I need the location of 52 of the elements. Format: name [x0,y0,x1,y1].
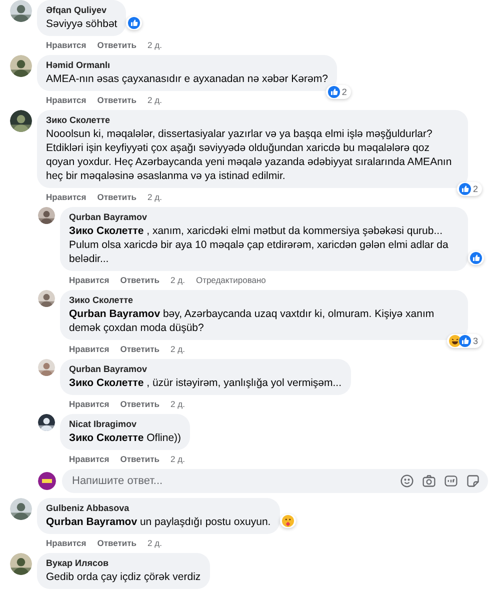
comment-text: Зико Сколетте , xanım, xaricdəki elmi mətbut da kommersiya şəbəkəsi qurub... Pulum olsa xaricdə bir aya 10 məqalə çap etdirərəm, xaricdən gələn elmi adlar da belədir... [69,224,450,266]
author-name[interactable]: Зико Сколетте [69,294,459,307]
author-name[interactable]: Gulbeniz Abbasova [46,502,271,515]
like-link[interactable]: Нравится [69,399,110,409]
author-name[interactable]: Qurban Bayramov [69,363,342,376]
camera-icon[interactable] [422,474,436,488]
comment-text: Qurban Bayramov bəy, Azərbaycanda uzaq vaxtdır ki, olmuram. Kişiyə xanım demək çoxdan moda düşüb? [69,307,436,335]
like-link[interactable]: Нравится [46,192,86,202]
timestamp[interactable]: 2 д. [148,95,162,105]
author-name[interactable]: Зико Сколетте [46,114,459,127]
reply-link[interactable]: Ответить [97,95,137,105]
reply-link[interactable]: Ответить [120,275,160,285]
user-avatar-icon [38,472,56,490]
comment-text: Səviyyə söhbət [46,17,118,31]
like-link[interactable]: Нравится [69,454,110,464]
sticker-icon[interactable] [466,474,480,488]
reaction-badge[interactable]: 2 [326,85,351,99]
author-name[interactable]: Nicat Ibragimov [69,418,182,431]
like-link[interactable]: Нравится [46,40,86,50]
like-link[interactable]: Нравится [69,344,110,354]
comment-text: Зико Сколетте , üzür istəyirəm, yanlışlığa yol vermişəm... [69,376,342,390]
reply-link[interactable]: Ответить [120,454,160,464]
reply-link[interactable]: Ответить [97,192,137,202]
timestamp[interactable]: 2 д. [148,40,162,50]
author-name[interactable]: Həmid Ormanlı [46,59,328,72]
author-name[interactable]: Əfqan Quliyev [46,4,118,17]
author-name[interactable]: Qurban Bayramov [69,211,459,224]
comment-text: Gedib orda çay içdiz çörək verdiz [46,570,201,584]
timestamp[interactable]: 2 д. [170,399,185,409]
comment-text: Nooolsun ki, məqalələr, dissertasiyalar yazırlar və ya başqa elmi işlə məşğuldurlar? Etdikləri işin keyfiyyəti çox aşağı səviyyədə olduğundan xaricdə bu məqalələrə qoz qoyan yoxdur. Heç Azərbaycanda yeni məqalə yazanda ədəbiyyat sıralarında AMEAnın heç bir məqaləsinə əsaslanma və ya istinad edilmir. [46,127,453,183]
timestamp[interactable]: 2 д. [148,192,162,202]
smiley-icon[interactable] [400,474,414,488]
comment-text: AMEA-nın əsas çayxanasıdır e ayxanadan nə xəbər Kərəm? [46,72,328,86]
reaction-badge[interactable]: 3 [446,334,482,348]
author-name[interactable]: Вукар Илясов [46,557,201,570]
edited-label: Отредактировано [196,275,266,285]
reply-link[interactable]: Ответить [97,538,137,548]
gif-icon[interactable] [444,474,458,488]
reply-link[interactable]: Ответить [97,40,137,50]
timestamp[interactable]: 2 д. [148,538,162,548]
like-link[interactable]: Нравится [46,538,86,548]
reaction-badge[interactable]: 2 [456,182,482,196]
timestamp[interactable]: 2 д. [170,344,185,354]
reply-field[interactable]: Напишите ответ... [62,469,488,493]
like-link[interactable]: Нравится [46,95,86,105]
reply-link[interactable]: Ответить [120,344,160,354]
comment-text: Qurban Bayramov un paylaşdığı postu oxuyun. [46,515,271,529]
reply-link[interactable]: Ответить [120,399,160,409]
comment-text: Зико Сколетте Ofline)) [69,431,182,445]
like-link[interactable]: Нравится [69,275,110,285]
timestamp[interactable]: 2 д. [170,275,185,285]
timestamp[interactable]: 2 д. [170,454,185,464]
